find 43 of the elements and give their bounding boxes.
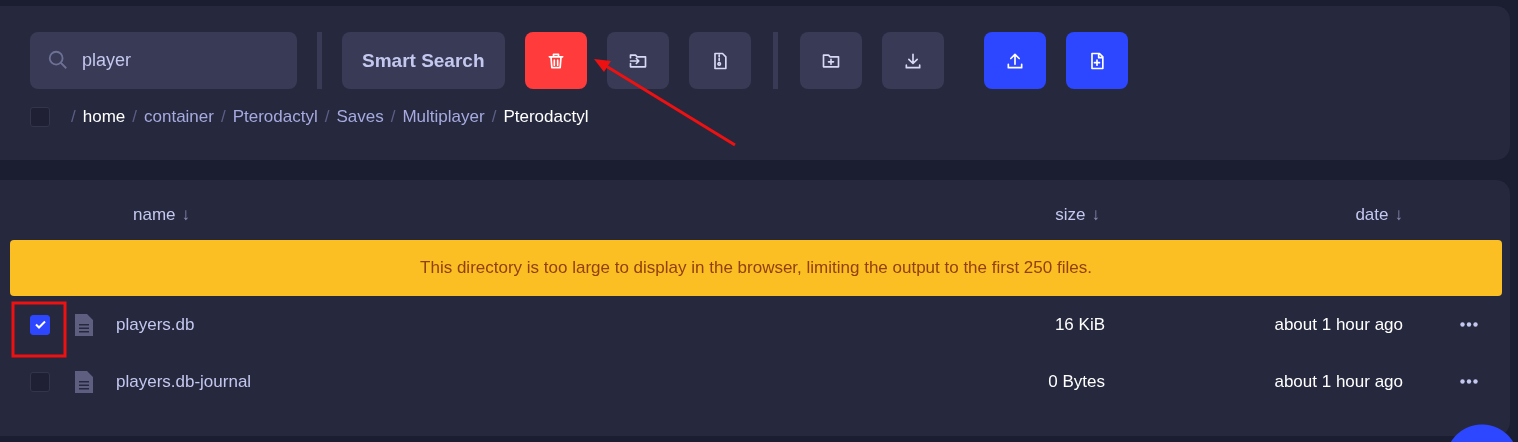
breadcrumb-link[interactable]: Multiplayer [402, 107, 485, 127]
new-folder-button[interactable] [799, 32, 862, 89]
more-options-button[interactable] [1458, 379, 1480, 384]
row-checkbox[interactable] [30, 314, 50, 335]
move-button[interactable] [606, 32, 669, 89]
file-icon [75, 313, 93, 336]
file-name[interactable]: players.db [113, 314, 813, 335]
path-separator: / [132, 107, 137, 127]
breadcrumb-link[interactable]: Pterodactyl [503, 107, 589, 127]
row-checkbox[interactable] [30, 371, 50, 392]
new-file-button[interactable] [1065, 32, 1128, 89]
file-size: 0 Bytes [1048, 371, 1105, 392]
highlight-frame [11, 301, 67, 358]
more-options-button[interactable] [1458, 322, 1480, 327]
download-button[interactable] [881, 32, 944, 89]
path-separator: / [220, 107, 226, 127]
warning-banner: This directory is too large to display in the browser, limiting the output to the first 250 files. [10, 240, 1502, 296]
column-header[interactable]: size ↓ [1055, 205, 1105, 225]
search-field[interactable]: player [30, 32, 297, 89]
upload-button[interactable] [983, 32, 1046, 89]
trash-button[interactable] [524, 32, 587, 89]
path-separator: / [491, 107, 497, 127]
more-icon [1460, 322, 1478, 327]
column-header[interactable]: date ↓ [1355, 205, 1403, 225]
path-separator: / [71, 107, 76, 127]
search-icon [47, 49, 69, 71]
breadcrumb-link[interactable]: home [82, 107, 126, 127]
breadcrumb-link[interactable]: Saves [336, 107, 384, 127]
select-all-checkbox[interactable] [30, 107, 50, 127]
path-separator: / [324, 107, 330, 127]
file-icon [75, 370, 93, 393]
more-icon [1460, 379, 1478, 384]
file-size: 16 KiB [1054, 314, 1105, 335]
path-separator: / [390, 107, 396, 127]
archive-button[interactable] [688, 32, 751, 89]
file-name[interactable]: players.db-journal [113, 371, 813, 392]
check-icon [34, 320, 46, 329]
breadcrumb-link[interactable]: container [144, 107, 214, 127]
breadcrumb-link[interactable]: Pterodactyl [232, 107, 318, 127]
modified-date: about 1 hour ago [1274, 371, 1403, 392]
smart-search-button[interactable]: Smart Search [342, 32, 505, 89]
column-header[interactable]: name ↓ [113, 205, 191, 225]
modified-date: about 1 hour ago [1274, 314, 1403, 335]
